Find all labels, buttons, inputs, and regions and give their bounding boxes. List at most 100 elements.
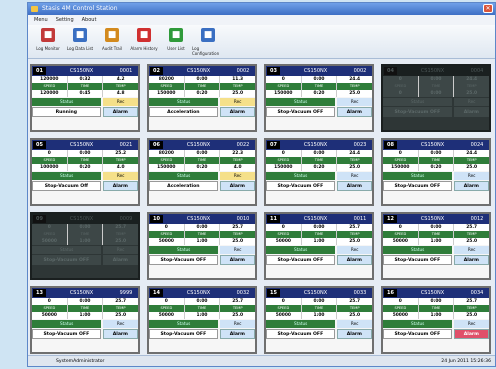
alarm-button[interactable]: Alarm <box>453 255 489 265</box>
current-speed: 0 <box>383 76 419 83</box>
rec-button[interactable]: Rec <box>454 246 489 254</box>
unit-id: 0012 <box>470 216 484 222</box>
alarm-button[interactable]: Alarm <box>102 107 138 117</box>
menu-item[interactable]: Menu <box>34 15 48 25</box>
toolbar-button-3[interactable]: ■ Alarm History <box>128 25 160 59</box>
set-temp: 25.0 <box>115 239 127 244</box>
toolbar-button-1[interactable]: ■ Log Data List <box>64 25 96 59</box>
status-label: Status <box>383 246 453 254</box>
alarm-button[interactable]: Alarm <box>219 107 255 117</box>
centrifuge-unit-panel[interactable]: 05 CS150NX 0021 0 0:00 25.2 SPEED TIME T… <box>30 138 140 206</box>
temp-label: TEMP <box>349 306 360 310</box>
rec-button[interactable]: Rec <box>220 172 255 180</box>
current-temp: 25.7 <box>466 225 478 230</box>
centrifuge-unit-panel[interactable]: 11 CS150NX 0011 0 0:00 25.7 SPEED TIME T… <box>264 212 374 280</box>
alarm-button[interactable]: Alarm <box>219 255 255 265</box>
centrifuge-unit-panel[interactable]: 09 CS150NX 0009 0 0:00 25.7 SPEED TIME T… <box>30 212 140 280</box>
alarm-button[interactable]: Alarm <box>102 255 138 265</box>
run-status: Acceleration <box>149 107 218 117</box>
close-button[interactable]: ✕ <box>483 4 493 13</box>
unit-id: 0021 <box>119 142 133 148</box>
unit-model: CS150NX <box>420 68 445 74</box>
run-status: Stop-Vacuum Off <box>32 181 101 191</box>
rec-button[interactable]: Rec <box>103 320 138 328</box>
centrifuge-unit-panel[interactable]: 12 CS150NX 0012 0 0:00 25.7 SPEED TIME T… <box>381 212 491 280</box>
value-labels: SPEED TIME TEMP <box>149 305 255 312</box>
rec-button[interactable]: Rec <box>454 320 489 328</box>
current-speed: 0 <box>383 150 419 157</box>
centrifuge-unit-panel[interactable]: 10 CS150NX 0010 0 0:00 25.7 SPEED TIME T… <box>147 212 257 280</box>
rec-button[interactable]: Rec <box>220 320 255 328</box>
centrifuge-unit-panel[interactable]: 03 CS150NX 0002 0 0:00 24.4 SPEED TIME T… <box>264 64 374 132</box>
set-speed: 50000 <box>266 238 302 245</box>
alarm-button[interactable]: Alarm <box>336 255 372 265</box>
rec-button[interactable]: Rec <box>337 98 372 106</box>
speed-label: SPEED <box>149 157 185 164</box>
alarm-button[interactable]: Alarm <box>219 181 255 191</box>
title-bar[interactable]: Stasis 4M Control Station ✕ <box>28 3 495 15</box>
alarm-button[interactable]: Alarm <box>219 329 255 339</box>
audit-trail-icon: ■ <box>105 28 119 42</box>
unit-header: 07 CS150NX 0023 <box>266 140 372 150</box>
set-speed: 50000 <box>149 238 185 245</box>
unit-id: 0010 <box>236 216 250 222</box>
rec-button[interactable]: Rec <box>220 98 255 106</box>
set-values: 150000 0:20 25.0 <box>149 90 255 97</box>
alarm-button[interactable]: Alarm <box>336 329 372 339</box>
value-labels: SPEED TIME TEMP <box>32 231 138 238</box>
current-values: 80200 0:00 22.3 <box>149 150 255 157</box>
rec-button[interactable]: Rec <box>220 246 255 254</box>
unit-model: CS150NX <box>303 216 328 222</box>
centrifuge-unit-panel[interactable]: 08 CS150NX 0024 0 0:00 24.4 SPEED TIME T… <box>381 138 491 206</box>
alarm-button[interactable]: Alarm <box>336 107 372 117</box>
time-label: TIME <box>185 305 221 312</box>
rec-button[interactable]: Rec <box>454 98 489 106</box>
rec-button[interactable]: Rec <box>103 98 138 106</box>
centrifuge-unit-panel[interactable]: 04 CS150NX 0004 0 0:00 24.4 SPEED TIME T… <box>381 64 491 132</box>
time-label: TIME <box>68 231 104 238</box>
speed-label: SPEED <box>266 157 302 164</box>
mode-row: Stop-Vacuum OFF Alarm <box>266 255 372 265</box>
centrifuge-unit-panel[interactable]: 13 CS150NX 9999 0 0:00 25.7 SPEED TIME T… <box>30 286 140 354</box>
rec-button[interactable]: Rec <box>454 172 489 180</box>
current-speed: 0 <box>383 298 419 305</box>
centrifuge-unit-panel[interactable]: 06 CS150NX 0022 80200 0:00 22.3 SPEED TI… <box>147 138 257 206</box>
centrifuge-unit-panel[interactable]: 02 CS150NX 0002 80200 0:00 11.3 SPEED TI… <box>147 64 257 132</box>
set-temp: 25.0 <box>349 165 361 170</box>
set-speed: 150000 <box>149 90 185 97</box>
status-row: Status Rec <box>266 246 372 254</box>
current-speed: 0 <box>266 224 302 231</box>
centrifuge-unit-panel[interactable]: 01 CS150NX 0001 120000 0:32 4.2 SPEED TI… <box>30 64 140 132</box>
centrifuge-unit-panel[interactable]: 07 CS150NX 0023 0 0:00 24.4 SPEED TIME T… <box>264 138 374 206</box>
set-values: 50000 1:00 25.0 <box>383 312 489 319</box>
status-row: Status Rec <box>149 172 255 180</box>
menu-item[interactable]: About <box>82 15 97 25</box>
set-temp: 25.0 <box>466 165 478 170</box>
centrifuge-unit-panel[interactable]: 14 CS150NX 0032 0 0:00 25.7 SPEED TIME T… <box>147 286 257 354</box>
unit-number: 05 <box>33 141 46 149</box>
set-time: 1:00 <box>419 312 455 319</box>
rec-button[interactable]: Rec <box>337 172 372 180</box>
toolbar-button-5[interactable]: ■ Log Configuration <box>192 25 224 59</box>
rec-button[interactable]: Rec <box>337 320 372 328</box>
status-label: Status <box>266 320 336 328</box>
toolbar-button-0[interactable]: ■ Log Monitor <box>32 25 64 59</box>
toolbar-button-2[interactable]: ■ Audit Trail <box>96 25 128 59</box>
time-label: TIME <box>302 83 338 90</box>
rec-button[interactable]: Rec <box>103 246 138 254</box>
menu-item[interactable]: Setting <box>56 15 74 25</box>
toolbar-button-4[interactable]: ■ User List <box>160 25 192 59</box>
unit-number: 14 <box>150 289 163 297</box>
alarm-button[interactable]: Alarm <box>336 181 372 191</box>
current-values: 0 0:00 25.7 <box>266 224 372 231</box>
rec-button[interactable]: Rec <box>337 246 372 254</box>
mode-row: Stop-Vacuum OFF Alarm <box>383 255 489 265</box>
alarm-button[interactable]: Alarm <box>453 181 489 191</box>
alarm-button[interactable]: Alarm <box>102 329 138 339</box>
centrifuge-unit-panel[interactable]: 15 CS150NX 0033 0 0:00 25.7 SPEED TIME T… <box>264 286 374 354</box>
alarm-button[interactable]: Alarm <box>453 107 489 117</box>
alarm-button[interactable]: Alarm <box>102 181 138 191</box>
alarm-button[interactable]: Alarm <box>453 329 489 339</box>
centrifuge-unit-panel[interactable]: 16 CS150NX 0034 0 0:00 25.7 SPEED TIME T… <box>381 286 491 354</box>
rec-button[interactable]: Rec <box>103 172 138 180</box>
